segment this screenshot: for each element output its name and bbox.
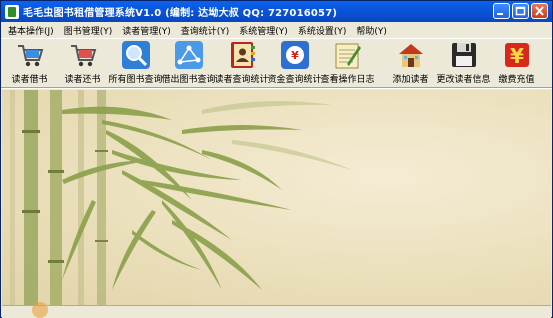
tool-label: 读者借书 — [11, 75, 48, 85]
tool-label: 查看操作日志 — [320, 75, 375, 85]
tool-return-book[interactable]: 读者还书 — [56, 39, 109, 85]
house-icon — [398, 44, 423, 67]
address-book-icon — [230, 42, 255, 68]
menu-system-settings[interactable]: 系统设置(Y) — [293, 24, 352, 37]
tool-label: 资金查询统计 — [267, 75, 322, 85]
window-controls — [493, 3, 548, 19]
tool-edit-reader[interactable]: 更改读者信息 — [436, 39, 491, 85]
menu-system-management[interactable]: 系统管理(Y) — [234, 24, 293, 37]
main-workspace-background — [2, 90, 551, 305]
search-icon — [121, 41, 150, 69]
tool-label: 添加读者 — [392, 75, 429, 85]
title-bar[interactable]: 毛毛虫图书租借管理系统V1.0 (编制: 达坳大叔 QQ: 727016057) — [1, 1, 552, 22]
status-bar — [2, 302, 551, 318]
minimize-button[interactable] — [493, 3, 510, 19]
tool-all-books-query[interactable]: 所有图书查询 — [108, 39, 163, 85]
tool-recharge[interactable]: ¥ 缴费充值 — [490, 39, 543, 85]
tool-label: 读者还书 — [64, 75, 101, 85]
menu-reader-management[interactable]: 读者管理(Y) — [117, 24, 176, 37]
svg-text:¥: ¥ — [291, 49, 299, 62]
tool-funds-stats[interactable]: ¥ 资金查询统计 — [267, 39, 322, 85]
tool-reader-stats[interactable]: 读者查询统计 — [214, 39, 269, 85]
menu-help[interactable]: 帮助(Y) — [351, 24, 392, 37]
menu-bar: 基本操作(J) 图书管理(Y) 读者管理(Y) 查询统计(Y) 系统管理(Y) … — [1, 22, 552, 39]
tool-add-reader[interactable]: 添加读者 — [384, 39, 437, 85]
window-title: 毛毛虫图书租借管理系统V1.0 (编制: 达坳大叔 QQ: 727016057) — [23, 8, 338, 19]
notepad-icon — [335, 43, 361, 69]
yen-shield-icon: ¥ — [280, 41, 309, 69]
status-decoration-icon — [32, 302, 48, 318]
tool-lent-books-query[interactable]: 借出图书查询 — [161, 39, 216, 85]
menu-query-stats[interactable]: 查询统计(Y) — [176, 24, 235, 37]
menu-basic-ops[interactable]: 基本操作(J) — [3, 24, 59, 37]
menu-book-management[interactable]: 图书管理(Y) — [59, 24, 118, 37]
tool-borrow-book[interactable]: 读者借书 — [3, 39, 56, 85]
app-logo-icon — [5, 4, 19, 19]
bamboo-illustration — [10, 90, 352, 305]
toolbar: 读者借书 读者还书 所有图书查询 借出图书查询 读者查询统计 ¥ 资金查询统计 … — [1, 39, 552, 88]
close-button[interactable] — [531, 3, 548, 19]
tool-label: 读者查询统计 — [214, 75, 269, 85]
maximize-button[interactable] — [512, 3, 529, 19]
yen-icon: ¥ — [504, 43, 529, 68]
tool-label: 缴费充值 — [498, 75, 535, 85]
tool-label: 更改读者信息 — [436, 75, 491, 85]
tool-label: 借出图书查询 — [161, 75, 216, 85]
network-icon — [174, 41, 203, 69]
tool-label: 所有图书查询 — [108, 75, 163, 85]
app-window: 毛毛虫图书租借管理系统V1.0 (编制: 达坳大叔 QQ: 727016057)… — [0, 0, 553, 318]
cart-icon — [17, 45, 43, 67]
cart-return-icon — [70, 45, 96, 67]
svg-text:¥: ¥ — [510, 44, 524, 68]
floppy-icon — [451, 43, 476, 67]
tool-view-log[interactable]: 查看操作日志 — [320, 39, 375, 85]
